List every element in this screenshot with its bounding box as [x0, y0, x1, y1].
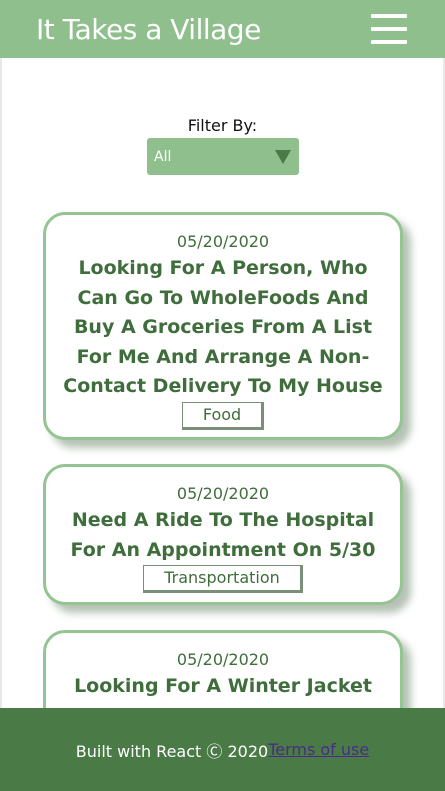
dropdown-arrow-icon	[275, 150, 291, 164]
post-card[interactable]: 05/20/2020 Need A Ride To The Hospital F…	[43, 464, 403, 605]
post-title: Need A Ride To The Hospital For An Appoi…	[70, 509, 376, 561]
filter-selected-value: All	[154, 148, 172, 165]
post-title: Looking For A Person, Who Can Go To Whol…	[63, 257, 383, 397]
post-date: 05/20/2020	[176, 650, 270, 669]
main-content[interactable]: Filter By: All 05/20/2020 Looking For A …	[0, 58, 445, 708]
post-title: Looking For A Winter Jacket	[74, 675, 372, 697]
app-title[interactable]: It Takes a Village	[36, 13, 261, 46]
terms-of-use-link[interactable]: Terms of use	[268, 740, 369, 759]
filter-label: Filter By:	[187, 116, 258, 135]
hamburger-menu-icon[interactable]	[371, 14, 407, 44]
post-category-tag[interactable]: Food	[181, 401, 265, 430]
app-header: It Takes a Village	[0, 0, 445, 58]
post-card[interactable]: 05/20/2020 Looking For A Winter Jacket	[43, 630, 403, 708]
post-date: 05/20/2020	[176, 484, 270, 503]
menu-bar	[371, 14, 407, 18]
app-footer: Built with React Ⓒ 2020 Terms of use	[0, 708, 445, 791]
post-date: 05/20/2020	[176, 232, 270, 251]
menu-bar	[371, 27, 407, 31]
post-category-tag[interactable]: Transportation	[143, 565, 303, 593]
footer-text: Built with React Ⓒ 2020	[75, 741, 269, 761]
post-card[interactable]: 05/20/2020 Looking For A Person, Who Can…	[43, 212, 403, 440]
filter-select[interactable]: All	[147, 138, 299, 175]
menu-bar	[371, 40, 407, 44]
